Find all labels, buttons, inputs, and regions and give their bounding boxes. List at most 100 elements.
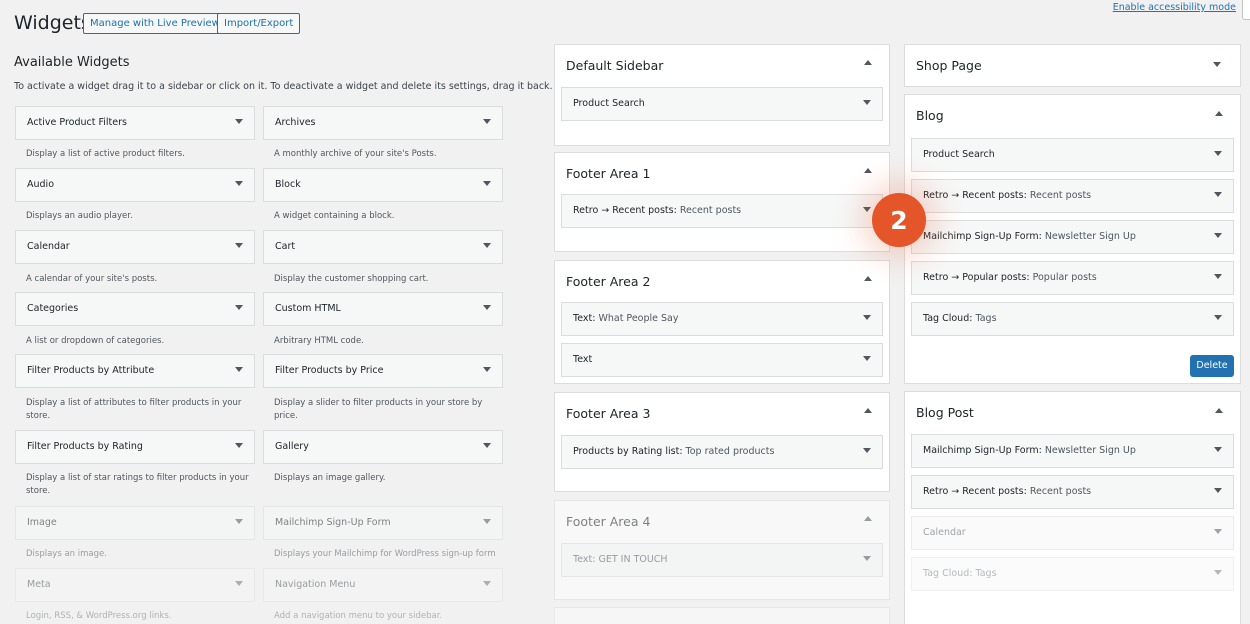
widget-block[interactable]: Block <box>263 168 503 202</box>
chevron-down-icon[interactable] <box>1214 447 1222 452</box>
widget-gallery[interactable]: Gallery <box>263 430 503 464</box>
sidebar-title[interactable]: Blog <box>916 108 944 123</box>
chevron-down-icon[interactable] <box>1214 488 1222 493</box>
sidebar-widget-title: Retro → Recent posts: Recent posts <box>923 190 1092 201</box>
sidebar-widget[interactable]: Products by Rating list: Top rated produ… <box>561 435 883 469</box>
chevron-down-icon[interactable] <box>235 181 243 186</box>
chevron-down-icon[interactable] <box>1214 192 1222 197</box>
widget-description: Display a list of star ratings to filter… <box>26 473 249 496</box>
sidebar-widget[interactable]: Tag Cloud: Tags <box>911 302 1234 336</box>
chevron-down-icon[interactable] <box>235 519 243 524</box>
chevron-down-icon[interactable] <box>483 305 491 310</box>
manage-live-preview-button[interactable]: Manage with Live Preview <box>83 13 227 34</box>
chevron-up-icon[interactable] <box>864 516 872 521</box>
widget-description: Arbitrary HTML code. <box>274 336 364 346</box>
sidebar-widget[interactable]: Product Search <box>561 87 883 121</box>
sidebar-title[interactable]: Footer Area 3 <box>566 406 650 421</box>
widget-navigation-menu[interactable]: Navigation Menu <box>263 568 503 602</box>
sidebar-widget-title: Mailchimp Sign-Up Form: Newsletter Sign … <box>923 231 1136 242</box>
delete-button[interactable]: Delete <box>1190 355 1234 377</box>
sidebar-widget[interactable]: Retro → Recent posts: Recent posts <box>911 475 1234 509</box>
widget-categories[interactable]: Categories <box>15 292 255 326</box>
sidebar-widget[interactable]: Text <box>561 343 883 377</box>
sidebar-widget[interactable]: Text: What People Say <box>561 302 883 336</box>
widget-audio[interactable]: Audio <box>15 168 255 202</box>
widget-description: A monthly archive of your site's Posts. <box>274 149 437 159</box>
sidebar-widget-title: Product Search <box>573 98 645 109</box>
chevron-down-icon[interactable] <box>483 367 491 372</box>
chevron-down-icon[interactable] <box>1214 274 1222 279</box>
chevron-down-icon[interactable] <box>1214 151 1222 156</box>
sidebar-widget[interactable]: Tag Cloud: Tags <box>911 557 1234 591</box>
chevron-down-icon[interactable] <box>235 581 243 586</box>
chevron-up-icon[interactable] <box>864 276 872 281</box>
sidebar-widget-title: Text: GET IN TOUCH <box>573 554 668 565</box>
sidebar-default-sidebar: Default Sidebar Product Search <box>554 44 890 146</box>
sidebar-title[interactable]: Blog Post <box>916 405 974 420</box>
chevron-down-icon[interactable] <box>483 519 491 524</box>
sidebar-footer-area-2: Footer Area 2 Text: What People Say Text <box>554 260 890 384</box>
widget-active-product-filters[interactable]: Active Product Filters <box>15 106 255 140</box>
chevron-down-icon[interactable] <box>483 581 491 586</box>
chevron-down-icon[interactable] <box>483 243 491 248</box>
chevron-down-icon[interactable] <box>235 305 243 310</box>
chevron-up-icon[interactable] <box>864 408 872 413</box>
import-export-button[interactable]: Import/Export <box>217 13 301 34</box>
widget-filter-products-by-rating[interactable]: Filter Products by Rating <box>15 430 255 464</box>
widget-meta[interactable]: Meta <box>15 568 255 602</box>
widget-image[interactable]: Image <box>15 506 255 540</box>
sidebar-widget[interactable]: Mailchimp Sign-Up Form: Newsletter Sign … <box>911 434 1234 468</box>
chevron-down-icon[interactable] <box>1214 529 1222 534</box>
sidebar-widget[interactable]: Text: GET IN TOUCH <box>561 543 883 577</box>
widget-title: Cart <box>275 241 296 252</box>
sidebar-widget[interactable]: Retro → Recent posts: Recent posts <box>561 194 883 228</box>
widget-filter-products-by-attribute[interactable]: Filter Products by Attribute <box>15 354 255 388</box>
enable-accessibility-link[interactable]: Enable accessibility mode <box>1113 2 1236 13</box>
chevron-up-icon[interactable] <box>1215 111 1223 116</box>
widget-title: Navigation Menu <box>275 579 356 590</box>
sidebar-blog-post: Blog Post Mailchimp Sign-Up Form: Newsle… <box>904 391 1241 624</box>
chevron-down-icon[interactable] <box>235 119 243 124</box>
chevron-down-icon[interactable] <box>863 100 871 105</box>
chevron-down-icon[interactable] <box>1214 233 1222 238</box>
chevron-down-icon[interactable] <box>235 443 243 448</box>
chevron-up-icon[interactable] <box>864 168 872 173</box>
sidebar-blog: Blog Product Search Retro → Recent posts… <box>904 94 1241 384</box>
chevron-down-icon[interactable] <box>483 443 491 448</box>
widget-cart[interactable]: Cart <box>263 230 503 264</box>
chevron-up-icon[interactable] <box>1215 408 1223 413</box>
widget-calendar[interactable]: Calendar <box>15 230 255 264</box>
sidebar-footer-area-4: Footer Area 4 Text: GET IN TOUCH <box>554 500 890 600</box>
chevron-down-icon[interactable] <box>863 315 871 320</box>
sidebar-title[interactable]: Footer Area 2 <box>566 274 650 289</box>
sidebar-widget[interactable]: Calendar <box>911 516 1234 550</box>
sidebar-widget[interactable]: Retro → Popular posts: Popular posts <box>911 261 1234 295</box>
widget-filter-products-by-price[interactable]: Filter Products by Price <box>263 354 503 388</box>
sidebar-widget[interactable]: Product Search <box>911 138 1234 172</box>
chevron-down-icon[interactable] <box>863 356 871 361</box>
chevron-down-icon[interactable] <box>863 448 871 453</box>
sidebar-widget[interactable]: Mailchimp Sign-Up Form: Newsletter Sign … <box>911 220 1234 254</box>
chevron-down-icon[interactable] <box>1214 315 1222 320</box>
chevron-down-icon[interactable] <box>483 119 491 124</box>
screen-options-tab[interactable] <box>1242 0 1250 20</box>
chevron-down-icon[interactable] <box>1214 570 1222 575</box>
chevron-down-icon[interactable] <box>483 181 491 186</box>
sidebar-title[interactable]: Footer Area 1 <box>566 166 650 181</box>
sidebar-title[interactable]: Shop Page <box>916 58 982 73</box>
widget-description: Displays an audio player. <box>26 211 133 221</box>
chevron-down-icon[interactable] <box>235 367 243 372</box>
widget-description: Display a list of active product filters… <box>26 149 185 159</box>
widget-archives[interactable]: Archives <box>263 106 503 140</box>
chevron-down-icon[interactable] <box>863 207 871 212</box>
chevron-up-icon[interactable] <box>864 60 872 65</box>
widget-custom-html[interactable]: Custom HTML <box>263 292 503 326</box>
chevron-down-icon[interactable] <box>863 556 871 561</box>
available-widgets-description: To activate a widget drag it to a sideba… <box>14 81 553 92</box>
sidebar-title[interactable]: Default Sidebar <box>566 58 663 73</box>
chevron-down-icon[interactable] <box>235 243 243 248</box>
chevron-down-icon[interactable] <box>1213 62 1221 67</box>
sidebar-title[interactable]: Footer Area 4 <box>566 514 650 529</box>
sidebar-widget[interactable]: Retro → Recent posts: Recent posts <box>911 179 1234 213</box>
widget-mailchimp-sign-up-form[interactable]: Mailchimp Sign-Up Form <box>263 506 503 540</box>
